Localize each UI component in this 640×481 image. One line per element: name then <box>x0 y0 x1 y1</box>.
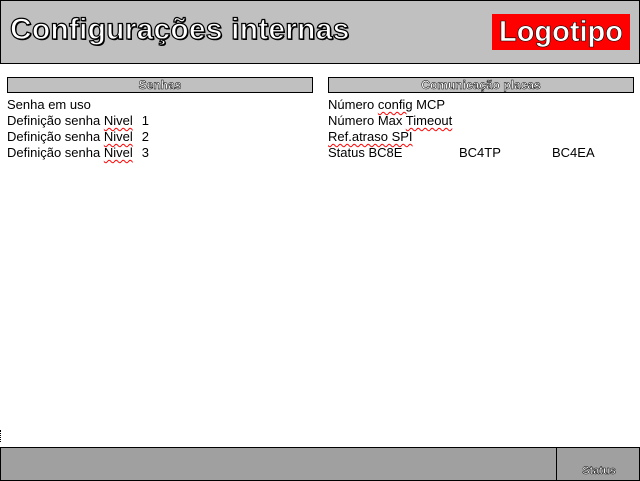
definicao-senha-nivel-1[interactable]: Definição senha Nivel 1 <box>7 113 149 129</box>
definicao-senha-nivel-3[interactable]: Definição senha Nivel 3 <box>7 145 149 161</box>
numero-max-timeout[interactable]: Número Max Timeout <box>328 113 452 129</box>
nivel-word: Nivel <box>103 145 133 160</box>
logo: Logotipo <box>492 14 630 50</box>
page-title: Configurações internas <box>9 12 350 46</box>
status-bc8e[interactable]: Status BC8E <box>328 145 402 161</box>
numero-max-prefix: Número Max <box>328 113 406 128</box>
config-word: config <box>377 97 413 112</box>
mcp-suffix: MCP <box>412 97 446 112</box>
nivel-number: 3 <box>141 145 149 160</box>
header-bar: Configurações internas Logotipo <box>0 0 640 64</box>
timeout-word: Timeout <box>405 113 453 128</box>
left-edge-marker <box>0 430 3 442</box>
status-bc4tp[interactable]: BC4TP <box>459 145 501 161</box>
senha-em-uso-label[interactable]: Senha em uso <box>7 97 91 113</box>
comunicacao-panel-header: Comunicação placas <box>328 77 634 93</box>
ref-atraso-spi[interactable]: Ref.atraso SPI <box>328 129 413 145</box>
definicao-senha-nivel-2[interactable]: Definição senha Nivel 2 <box>7 129 149 145</box>
definicao-prefix: Definição senha <box>7 129 104 144</box>
definicao-prefix: Definição senha <box>7 145 104 160</box>
definicao-prefix: Definição senha <box>7 113 104 128</box>
nivel-number: 2 <box>141 129 149 144</box>
senhas-panel-header: Senhas <box>7 77 313 93</box>
numero-config-mcp[interactable]: Número config MCP <box>328 97 445 113</box>
logo-text: Logotipo <box>498 16 624 49</box>
footer-bar: Status <box>0 447 640 481</box>
nivel-number: 1 <box>141 113 149 128</box>
ref-atraso-label: Ref.atraso SPI <box>328 129 413 144</box>
nivel-word: Nivel <box>103 129 133 144</box>
numero-prefix: Número <box>328 97 378 112</box>
status-bc4ea[interactable]: BC4EA <box>552 145 595 161</box>
status-button[interactable]: Status <box>557 465 640 478</box>
nivel-word: Nivel <box>103 113 133 128</box>
